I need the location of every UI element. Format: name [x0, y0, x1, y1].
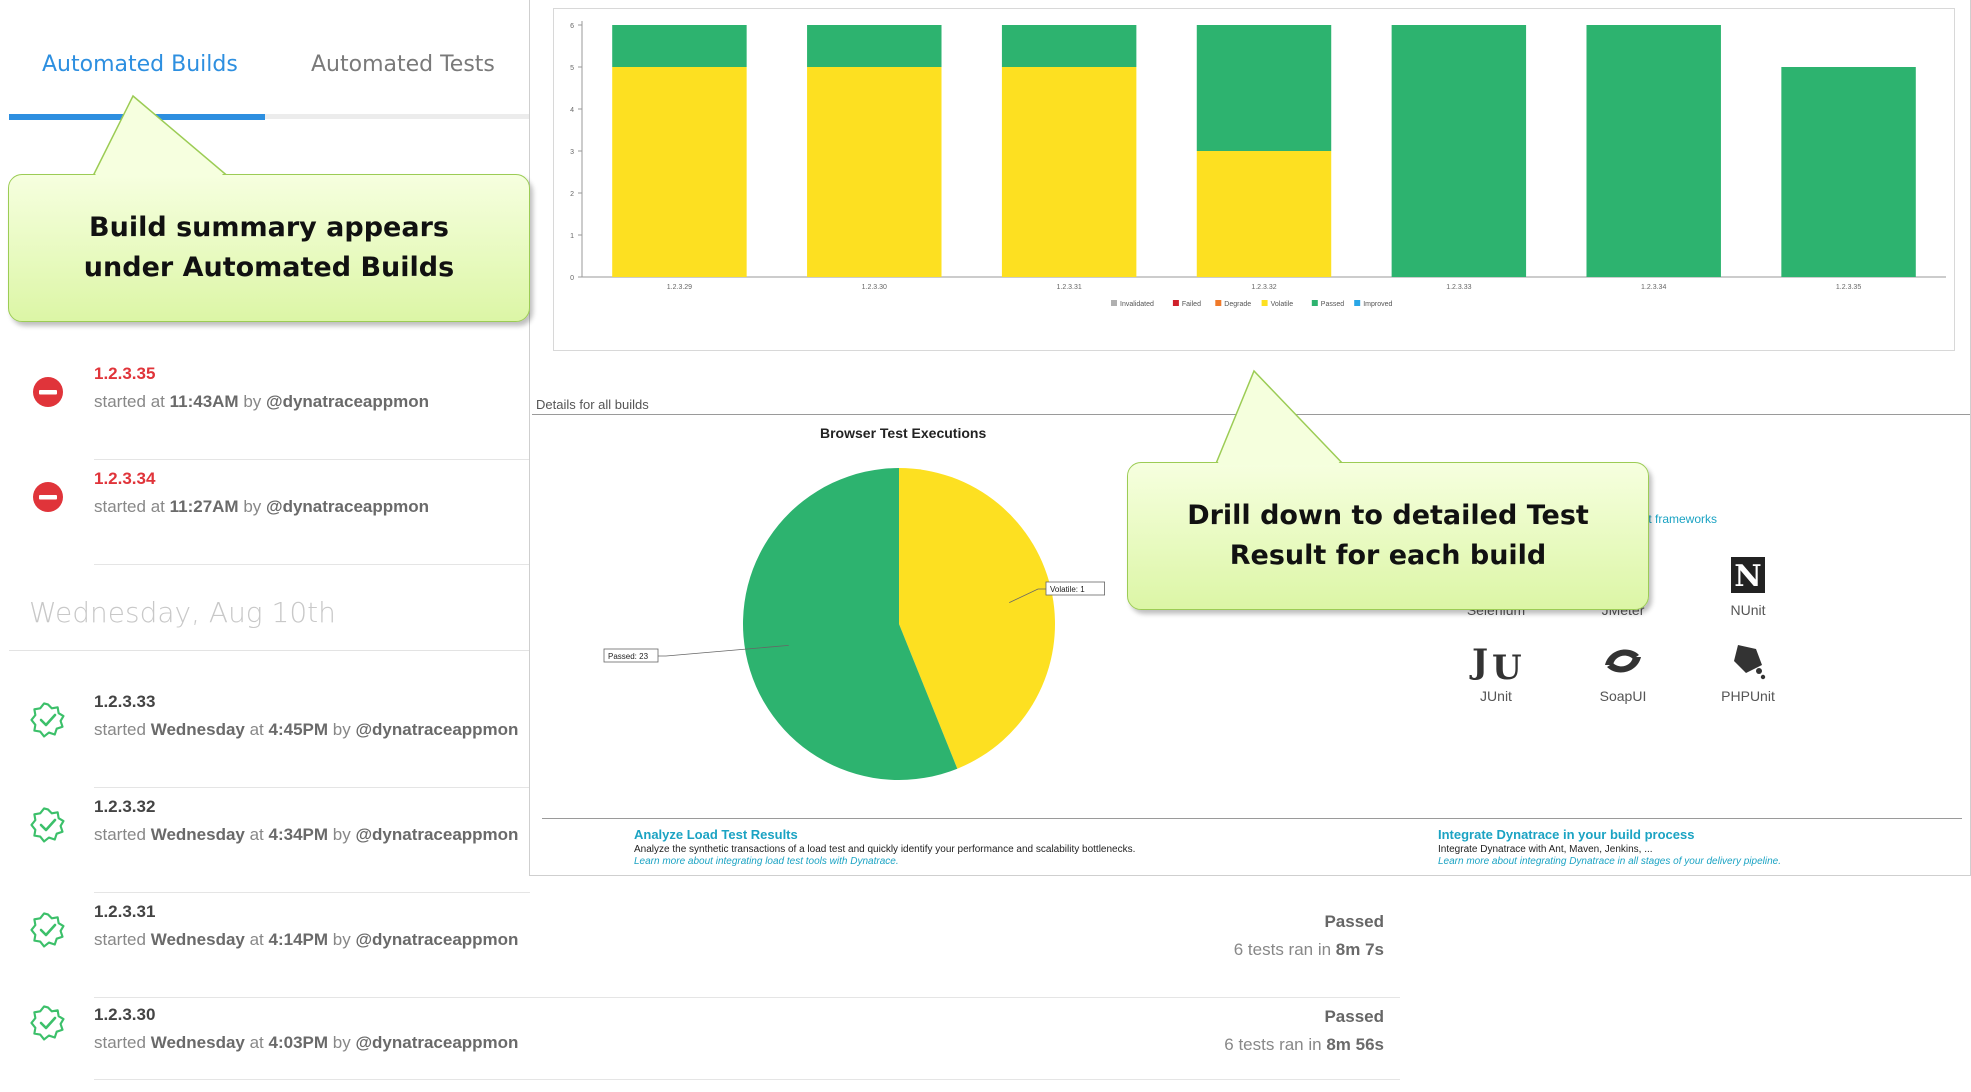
callout-drill-pointer-cover — [1217, 374, 1342, 466]
